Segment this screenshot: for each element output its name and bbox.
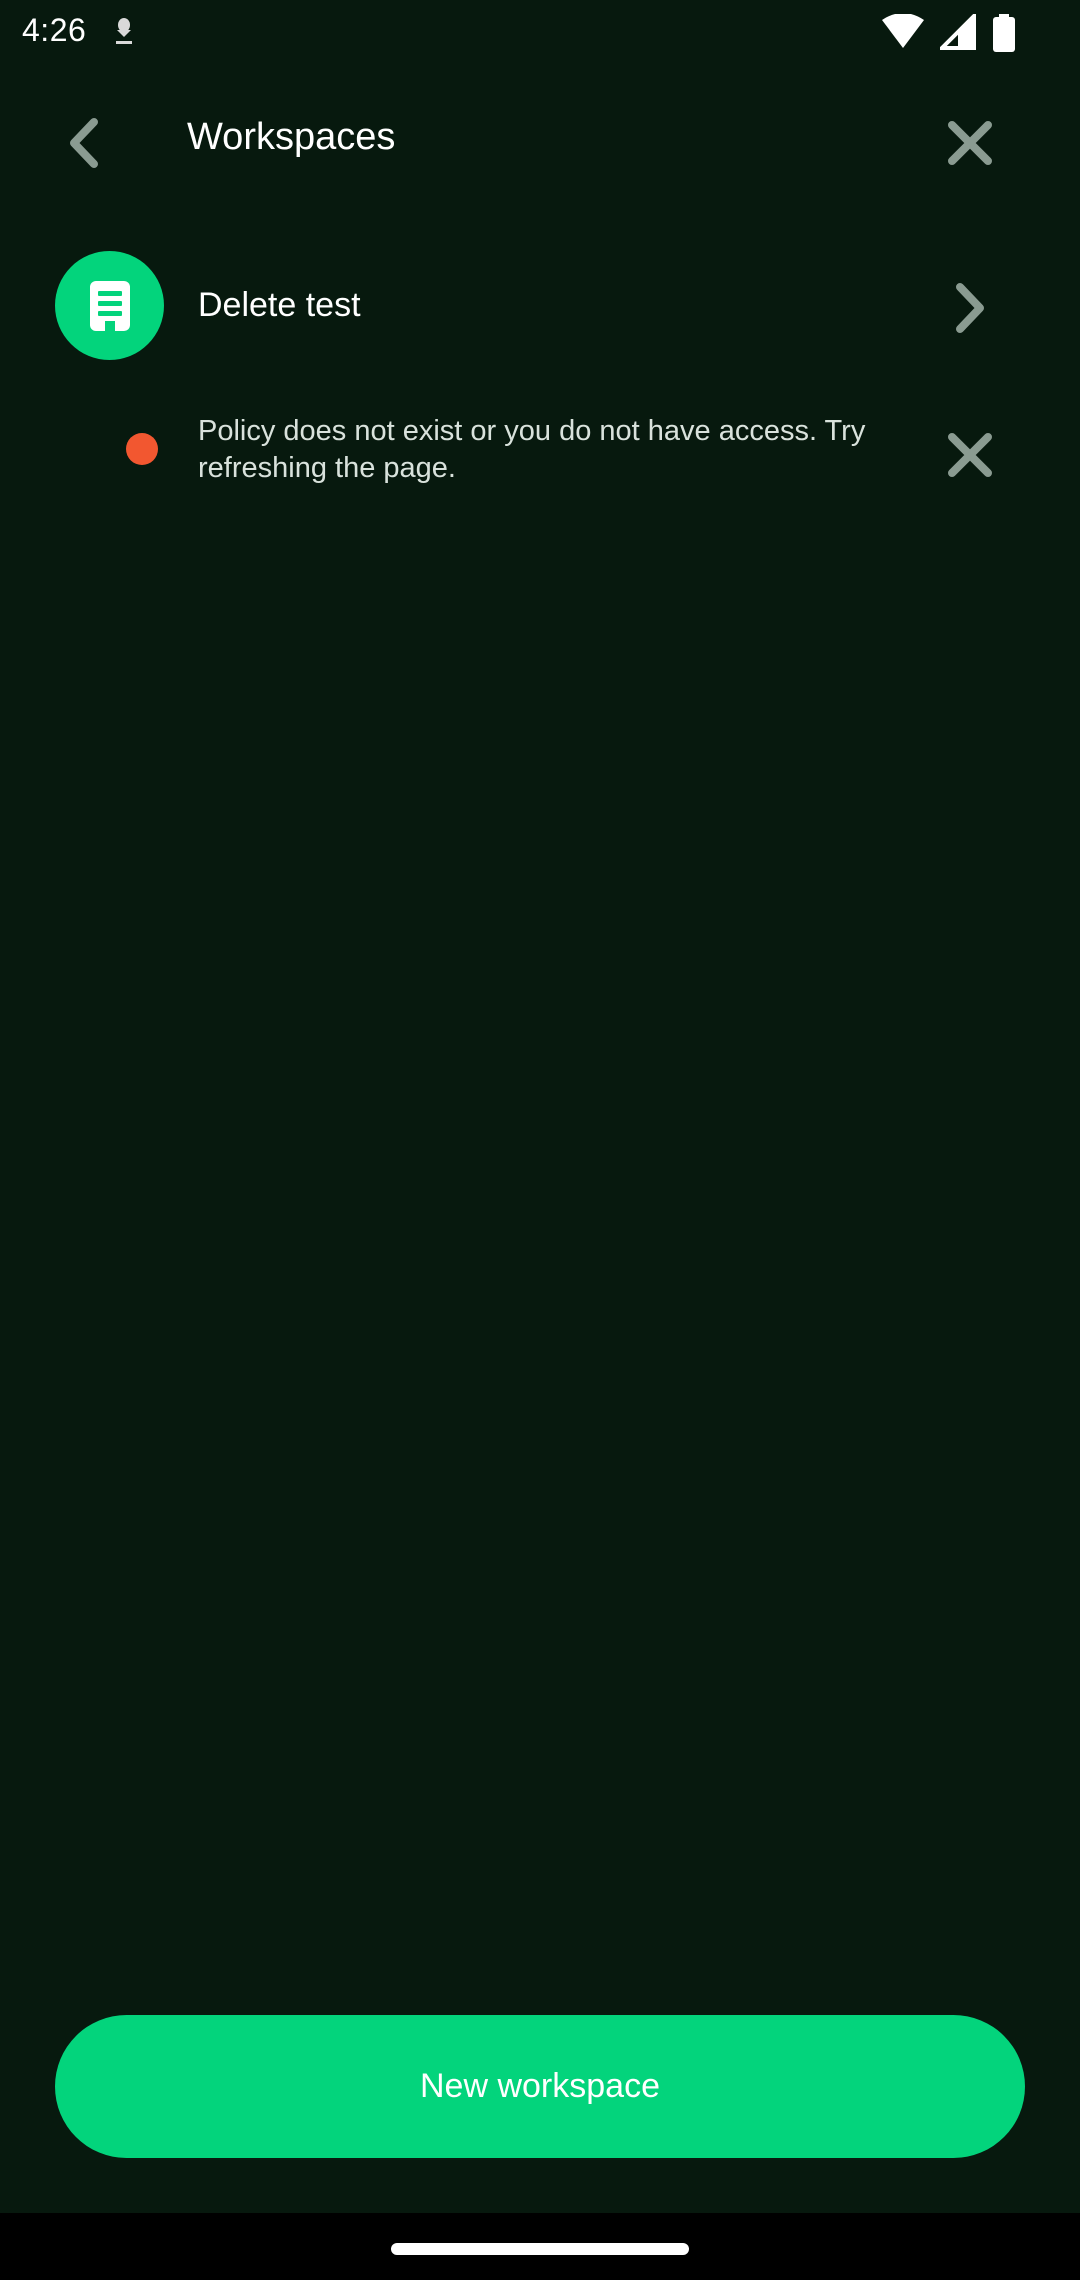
close-icon	[948, 121, 992, 165]
chevron-left-icon	[70, 118, 98, 168]
wifi-icon	[882, 14, 924, 48]
back-button[interactable]	[64, 110, 154, 176]
error-message-row: Policy does not exist or you do not have…	[0, 405, 1080, 495]
status-bar: 4:26	[0, 0, 1080, 64]
page-title: Workspaces	[187, 116, 396, 158]
workspace-list-item[interactable]: Delete test	[0, 240, 1080, 370]
error-indicator-dot	[126, 433, 158, 465]
workspace-name: Delete test	[198, 286, 361, 324]
home-indicator[interactable]	[391, 2243, 689, 2255]
dismiss-error-button[interactable]	[930, 415, 1010, 495]
building-icon	[89, 280, 130, 331]
status-time: 4:26	[22, 12, 87, 48]
workspace-avatar	[55, 251, 164, 360]
close-button[interactable]	[930, 108, 1010, 178]
close-icon	[948, 433, 992, 477]
navigation-bar	[0, 2213, 1080, 2280]
workspaces-screen: 4:26 Workspaces Delete test Policy does …	[0, 0, 1080, 2280]
new-workspace-button[interactable]: New workspace	[55, 2015, 1025, 2158]
error-message-text: Policy does not exist or you do not have…	[198, 415, 866, 484]
cellular-signal-icon	[940, 14, 976, 50]
status-icons	[880, 12, 1080, 52]
header: Workspaces	[0, 88, 1080, 198]
download-icon	[110, 16, 138, 48]
chevron-right-icon	[940, 278, 1000, 338]
battery-icon	[993, 14, 1015, 52]
